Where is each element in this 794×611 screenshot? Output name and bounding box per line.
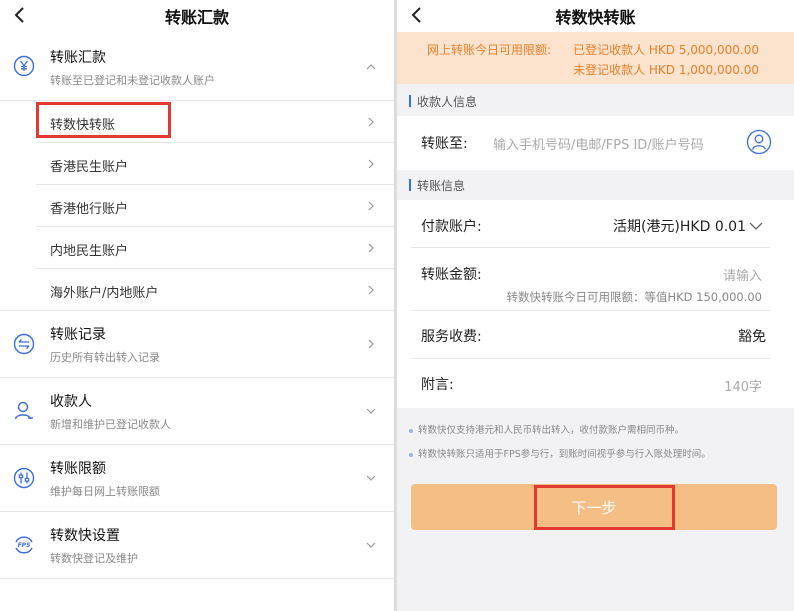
section-title: 转数快设置: [50, 528, 120, 544]
chevron-down-icon: [366, 540, 376, 550]
section-fps-settings[interactable]: FPS 转数快设置 转数快登记及维护: [0, 512, 394, 579]
limit-label: 网上转账今日可用限额:: [427, 43, 552, 57]
sub-item-overseas-mainland[interactable]: 海外账户/内地账户: [0, 269, 394, 311]
transfer-block: 付款账户: 活期(港元)HKD 0.01 转账金额: 请输入 转数快转账今日可用…: [397, 200, 794, 408]
amount-hint: 转数快转账今日可用限额：等值HKD 150,000.00: [506, 290, 762, 304]
sub-item-mainland-cmbc[interactable]: 内地民生账户: [0, 227, 394, 269]
section-limits[interactable]: 转账限额 维护每日网上转账限额: [0, 445, 394, 512]
sub-item-label: 海外账户/内地账户: [50, 286, 159, 301]
fee-value: 豁免: [738, 329, 766, 345]
payee-block: 转账至: 输入手机号码/电邮/FPS ID/账户号码: [397, 116, 794, 170]
sub-item-label: 香港他行账户: [50, 202, 129, 217]
contact-picker-icon[interactable]: [746, 129, 772, 155]
fee-label: 服务收费:: [421, 329, 482, 345]
section-payee[interactable]: 收款人 新增和维护已登记收款人: [0, 378, 394, 445]
section-subtitle: 转账至已登记和未登记收款人账户: [50, 74, 215, 87]
sub-item-hk-other-bank[interactable]: 香港他行账户: [0, 185, 394, 227]
chevron-down-icon: [366, 406, 376, 416]
note-item: 转数快仅支持港元和人民币转出转入，收付款账户需相同币种。: [409, 422, 684, 436]
chevron-down-icon: [366, 473, 376, 483]
limit-registered: 已登记收款人 HKD 5,000,000.00: [573, 43, 759, 57]
section-title: 收款人: [50, 394, 92, 410]
chevron-right-icon: [366, 159, 376, 169]
limit-banner: 网上转账今日可用限额: 已登记收款人 HKD 5,000,000.00 未登记收…: [397, 32, 794, 84]
section-records[interactable]: 转账记录 历史所有转出转入记录: [0, 311, 394, 378]
fps-icon: FPS: [12, 533, 36, 557]
page-title: 转数快转账: [555, 8, 636, 27]
page-title: 转账汇款: [164, 8, 229, 27]
section-subtitle: 历史所有转出转入记录: [50, 351, 160, 364]
left-header: 转账汇款: [0, 0, 394, 31]
remark-label: 附言:: [421, 377, 454, 393]
section-title: 转账汇款: [50, 50, 106, 66]
section-title: 转账限额: [50, 461, 106, 477]
chevron-right-icon: [366, 285, 376, 295]
chevron-right-icon: [366, 117, 376, 127]
svg-text:FPS: FPS: [18, 542, 31, 549]
sub-item-hk-cmbc[interactable]: 香港民生账户: [0, 143, 394, 185]
chevron-right-icon: [366, 243, 376, 253]
pay-account-label: 付款账户:: [421, 219, 482, 235]
sub-item-label: 香港民生账户: [50, 160, 129, 175]
sliders-icon: [12, 466, 36, 490]
yen-circle-icon: [12, 54, 36, 78]
highlight-box: [36, 102, 171, 138]
chevron-down-icon[interactable]: [749, 221, 763, 231]
person-icon: [12, 399, 36, 423]
transfer-arrows-icon: [12, 332, 36, 356]
note-item: 转数快转账只适用于FPS参与行，到账时间视乎参与行入账处理时间。: [409, 446, 711, 460]
section-subtitle: 维护每日网上转账限额: [50, 485, 160, 498]
left-pane: 转账汇款 转账汇款 转账至已登记和未登记收款人账户 转数快转账 香港民生账户 香…: [0, 0, 394, 611]
right-header: 转数快转账: [397, 0, 794, 32]
chevron-up-icon: [366, 62, 376, 72]
remark-input[interactable]: 140字: [724, 376, 762, 395]
highlight-box: [534, 485, 675, 530]
sub-item-label: 内地民生账户: [50, 244, 129, 259]
section-subtitle: 转数快登记及维护: [50, 552, 138, 565]
chevron-right-icon: [366, 201, 376, 211]
limit-unregistered: 未登记收款人 HKD 1,000,000.00: [573, 63, 759, 77]
chevron-right-icon: [366, 339, 376, 349]
amount-input[interactable]: 请输入: [723, 265, 762, 284]
section-transfer[interactable]: 转账汇款 转账至已登记和未登记收款人账户: [0, 31, 394, 101]
to-input[interactable]: 输入手机号码/电邮/FPS ID/账户号码: [493, 134, 704, 153]
transfer-info-header: 转账信息: [397, 170, 794, 200]
pay-account-value[interactable]: 活期(港元)HKD 0.01: [613, 216, 746, 236]
amount-label: 转账金额:: [421, 267, 482, 283]
section-subtitle: 新增和维护已登记收款人: [50, 418, 171, 431]
right-pane: 转数快转账 网上转账今日可用限额: 已登记收款人 HKD 5,000,000.0…: [397, 0, 794, 611]
payee-info-header: 收款人信息: [397, 86, 794, 116]
section-title: 转账记录: [50, 327, 106, 343]
to-label: 转账至:: [421, 136, 468, 152]
